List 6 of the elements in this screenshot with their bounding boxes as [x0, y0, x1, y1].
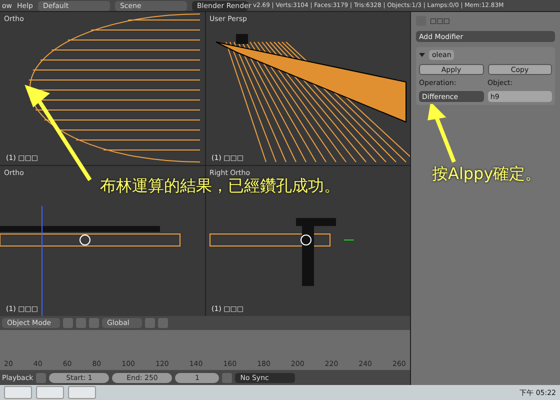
taskbar-app-icon[interactable] [4, 386, 32, 399]
taskbar-app-icon[interactable] [68, 386, 96, 399]
taskbar-app-icon[interactable] [36, 386, 64, 399]
annotation-text: 按Alppy確定。 [432, 164, 542, 185]
expand-arrow-icon[interactable] [419, 52, 425, 58]
annotation-text: 布林運算的結果，已經鑽孔成功。 [100, 176, 340, 197]
